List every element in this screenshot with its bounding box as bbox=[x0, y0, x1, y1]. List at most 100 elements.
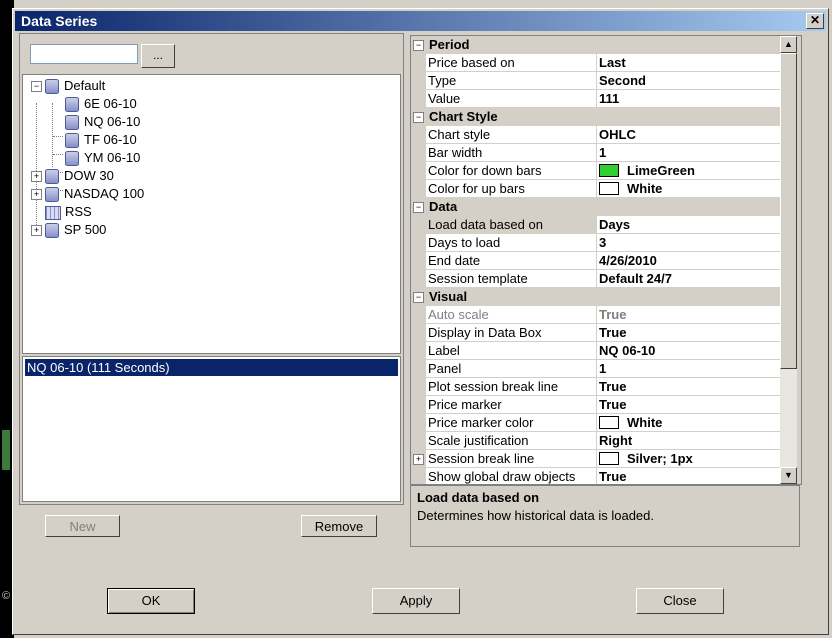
property-row[interactable]: Plot session break line True bbox=[411, 378, 780, 396]
property-value[interactable]: 4/26/2010 bbox=[596, 252, 780, 270]
property-value[interactable]: Days bbox=[596, 216, 780, 234]
tree-node-sp500[interactable]: + SP 500 bbox=[31, 221, 106, 239]
property-row[interactable]: Price based on Last bbox=[411, 54, 780, 72]
property-row[interactable]: Color for down bars LimeGreen bbox=[411, 162, 780, 180]
property-value[interactable]: True bbox=[596, 468, 780, 484]
property-value[interactable]: LimeGreen bbox=[596, 162, 780, 180]
expand-icon[interactable]: + bbox=[31, 171, 42, 183]
new-button[interactable]: New bbox=[45, 515, 120, 537]
property-row[interactable]: Session template Default 24/7 bbox=[411, 270, 780, 288]
tree-node-nq[interactable]: NQ 06-10 bbox=[65, 113, 140, 131]
tree-node-label: TF 06-10 bbox=[84, 132, 137, 147]
property-value-text: White bbox=[627, 181, 663, 196]
remove-button[interactable]: Remove bbox=[301, 515, 377, 537]
property-value: True bbox=[596, 306, 780, 324]
expand-icon[interactable]: + bbox=[31, 225, 42, 237]
property-value[interactable]: Default 24/7 bbox=[596, 270, 780, 288]
property-grid[interactable]: − Period Price based on Last Type Second… bbox=[410, 35, 802, 485]
scroll-down-icon[interactable]: ▼ bbox=[780, 467, 797, 484]
property-name: Chart style bbox=[426, 126, 596, 144]
property-row[interactable]: + Session break line Silver; 1px bbox=[411, 450, 780, 468]
instrument-tree[interactable]: − Default 6E 06-10 NQ 06-10 TF 06-10 YM 0… bbox=[22, 74, 401, 354]
grid-icon bbox=[45, 205, 61, 220]
close-window-button[interactable]: ✕ bbox=[806, 13, 824, 29]
title-bar[interactable]: Data Series ✕ bbox=[15, 11, 826, 31]
property-row[interactable]: Color for up bars White bbox=[411, 180, 780, 198]
color-swatch bbox=[599, 164, 619, 178]
property-value[interactable]: 3 bbox=[596, 234, 780, 252]
collapse-icon[interactable]: − bbox=[413, 202, 424, 213]
property-row[interactable]: Display in Data Box True bbox=[411, 324, 780, 342]
category-chart-style[interactable]: − Chart Style bbox=[411, 108, 780, 126]
apply-button[interactable]: Apply bbox=[372, 588, 460, 614]
property-value[interactable]: True bbox=[596, 378, 780, 396]
tree-node-6e[interactable]: 6E 06-10 bbox=[65, 95, 137, 113]
property-row[interactable]: Type Second bbox=[411, 72, 780, 90]
series-list[interactable]: NQ 06-10 (111 Seconds) bbox=[22, 356, 401, 502]
series-list-item[interactable]: NQ 06-10 (111 Seconds) bbox=[25, 359, 398, 376]
tree-node-default[interactable]: − Default bbox=[31, 77, 105, 95]
category-label: Data bbox=[429, 199, 458, 214]
instrument-icon bbox=[65, 151, 79, 167]
property-value[interactable]: OHLC bbox=[596, 126, 780, 144]
property-row[interactable]: Label NQ 06-10 bbox=[411, 342, 780, 360]
property-row[interactable]: Price marker color White bbox=[411, 414, 780, 432]
database-icon bbox=[45, 223, 59, 239]
tree-node-dow30[interactable]: + DOW 30 bbox=[31, 167, 114, 185]
property-value[interactable]: True bbox=[596, 396, 780, 414]
instrument-search-input[interactable] bbox=[30, 44, 138, 64]
category-label: Chart Style bbox=[429, 109, 498, 124]
property-name: Bar width bbox=[426, 144, 596, 162]
category-data[interactable]: − Data bbox=[411, 198, 780, 216]
property-value[interactable]: NQ 06-10 bbox=[596, 342, 780, 360]
tree-node-ym[interactable]: YM 06-10 bbox=[65, 149, 140, 167]
window-title: Data Series bbox=[21, 13, 98, 29]
property-row[interactable]: Value 111 bbox=[411, 90, 780, 108]
property-name: Price based on bbox=[426, 54, 596, 72]
tree-node-rss[interactable]: RSS bbox=[45, 203, 92, 221]
browse-instruments-button[interactable]: ... bbox=[141, 44, 175, 68]
collapse-icon[interactable]: − bbox=[413, 112, 424, 123]
ok-button[interactable]: OK bbox=[107, 588, 195, 614]
property-value[interactable]: True bbox=[596, 324, 780, 342]
property-value[interactable]: Last bbox=[596, 54, 780, 72]
tree-node-label: NASDAQ 100 bbox=[64, 186, 145, 201]
property-row[interactable]: Days to load 3 bbox=[411, 234, 780, 252]
scroll-thumb[interactable] bbox=[780, 53, 797, 369]
property-value[interactable]: Silver; 1px bbox=[596, 450, 780, 468]
tree-connector bbox=[53, 136, 63, 137]
property-row[interactable]: Price marker True bbox=[411, 396, 780, 414]
category-period[interactable]: − Period bbox=[411, 36, 780, 54]
property-value[interactable]: 111 bbox=[596, 90, 780, 108]
collapse-icon[interactable]: − bbox=[413, 292, 424, 303]
property-name: Auto scale bbox=[426, 306, 596, 324]
property-value[interactable]: 1 bbox=[596, 144, 780, 162]
property-grid-scrollbar[interactable]: ▲ ▼ bbox=[780, 36, 797, 484]
property-value[interactable]: Second bbox=[596, 72, 780, 90]
tree-node-nasdaq100[interactable]: + NASDAQ 100 bbox=[31, 185, 144, 203]
property-value[interactable]: Right bbox=[596, 432, 780, 450]
category-visual[interactable]: − Visual bbox=[411, 288, 780, 306]
collapse-icon[interactable]: − bbox=[413, 40, 424, 51]
property-row-disabled: Auto scale True bbox=[411, 306, 780, 324]
property-value[interactable]: 1 bbox=[596, 360, 780, 378]
tree-node-tf[interactable]: TF 06-10 bbox=[65, 131, 137, 149]
property-row[interactable]: Bar width 1 bbox=[411, 144, 780, 162]
expand-icon[interactable]: + bbox=[413, 454, 424, 465]
property-value[interactable]: White bbox=[596, 414, 780, 432]
color-swatch bbox=[599, 182, 619, 196]
tree-node-label: NQ 06-10 bbox=[84, 114, 141, 129]
collapse-icon[interactable]: − bbox=[31, 81, 42, 93]
property-row[interactable]: Chart style OHLC bbox=[411, 126, 780, 144]
property-row[interactable]: Panel 1 bbox=[411, 360, 780, 378]
category-label: Visual bbox=[429, 289, 468, 304]
scroll-up-icon[interactable]: ▲ bbox=[780, 36, 797, 53]
expand-icon[interactable]: + bbox=[31, 189, 42, 201]
property-row[interactable]: End date 4/26/2010 bbox=[411, 252, 780, 270]
property-row[interactable]: Scale justification Right bbox=[411, 432, 780, 450]
property-name: Color for down bars bbox=[426, 162, 596, 180]
property-row-selected[interactable]: Load data based on Days bbox=[411, 216, 780, 234]
property-value[interactable]: White bbox=[596, 180, 780, 198]
close-button[interactable]: Close bbox=[636, 588, 724, 614]
property-row[interactable]: Show global draw objects True bbox=[411, 468, 780, 484]
